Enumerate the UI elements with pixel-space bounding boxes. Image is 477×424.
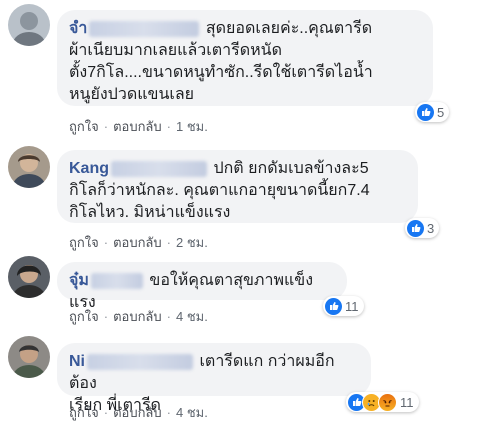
reaction-summary[interactable]: 5	[415, 102, 450, 122]
like-link[interactable]: ถูกใจ	[69, 235, 99, 250]
separator: ·	[166, 309, 171, 324]
comment-author[interactable]: จำ	[69, 20, 201, 37]
comment-actions: ถูกใจ · ตอบกลับ · 2 ชม.	[69, 232, 208, 253]
reply-link[interactable]: ตอบกลับ	[113, 119, 162, 134]
comment-author[interactable]: Kang	[69, 160, 209, 177]
separator: ·	[103, 405, 109, 420]
comment-bubble: จำ สุดยอดเลยค่ะ..คุณตารีด ผ้าเนียบมากเลย…	[57, 10, 433, 106]
separator: ·	[166, 235, 171, 250]
separator: ·	[166, 405, 171, 420]
avatar[interactable]	[8, 146, 50, 188]
like-link[interactable]: ถูกใจ	[69, 119, 99, 134]
reaction-summary[interactable]: 11	[323, 296, 364, 316]
reaction-count: 5	[437, 104, 445, 120]
comment-text: ตั้ง7กิโล....ขนาดหนูทำซัก..รีดใช้เตารีดไ…	[69, 64, 373, 81]
like-icon	[407, 219, 424, 237]
timestamp[interactable]: 1 ชม.	[176, 119, 208, 134]
separator: ·	[166, 119, 171, 134]
angry-icon	[378, 392, 397, 412]
reaction-summary[interactable]: 3	[405, 218, 440, 238]
avatar[interactable]	[8, 256, 50, 298]
reaction-count: 11	[400, 394, 414, 410]
comment-author[interactable]: Ni	[69, 353, 195, 370]
avatar[interactable]	[8, 336, 50, 378]
comment-actions: ถูกใจ · ตอบกลับ · 4 ชม.	[69, 402, 208, 423]
timestamp[interactable]: 4 ชม.	[176, 405, 208, 420]
reaction-count: 3	[427, 220, 435, 236]
like-icon	[417, 103, 434, 121]
comment-text: สุดยอดเลยค่ะ..คุณตารีด	[205, 20, 373, 37]
comment-text: ผ้าเนียบมากเลยแล้วเตารีดหนัด	[69, 42, 282, 59]
reply-link[interactable]: ตอบกลับ	[113, 405, 162, 420]
like-link[interactable]: ถูกใจ	[69, 405, 99, 420]
reaction-count: 11	[345, 298, 359, 314]
comment-actions: ถูกใจ · ตอบกลับ · 4 ชม.	[69, 306, 208, 327]
like-icon	[325, 297, 342, 315]
comment-text: ปกติ ยกดัมเบลข้างละ5	[213, 160, 369, 177]
avatar[interactable]	[8, 4, 50, 46]
reply-link[interactable]: ตอบกลับ	[113, 309, 162, 324]
like-link[interactable]: ถูกใจ	[69, 309, 99, 324]
timestamp[interactable]: 2 ชม.	[176, 235, 208, 250]
separator: ·	[103, 309, 109, 324]
comment-text: กิโลไหว. มิหน่าแข็งแรง	[69, 204, 231, 221]
comment-actions: ถูกใจ · ตอบกลับ · 1 ชม.	[69, 116, 208, 137]
separator: ·	[103, 119, 109, 134]
reply-link[interactable]: ตอบกลับ	[113, 235, 162, 250]
reaction-summary[interactable]: 11	[346, 392, 419, 412]
comment-text: หนูยังปวดแขนเลย	[69, 86, 195, 103]
comment-bubble: จุ๋ม ขอให้คุณตาสุขภาพแข็งแรง	[57, 262, 347, 311]
comment-text: กิโลก็ว่าหนักละ. คุณตาแกอายุขนาดนี้ยก7.4	[69, 182, 370, 199]
comment-bubble: Kang ปกติ ยกดัมเบลข้างละ5 กิโลก็ว่าหนักล…	[57, 150, 418, 223]
separator: ·	[103, 235, 109, 250]
comment-bubble: Ni เตารีดแก กว่าผมอีก ต้อง เรียก พี่เตาร…	[57, 343, 371, 414]
timestamp[interactable]: 4 ชม.	[176, 309, 208, 324]
comment-author[interactable]: จุ๋ม	[69, 272, 145, 289]
